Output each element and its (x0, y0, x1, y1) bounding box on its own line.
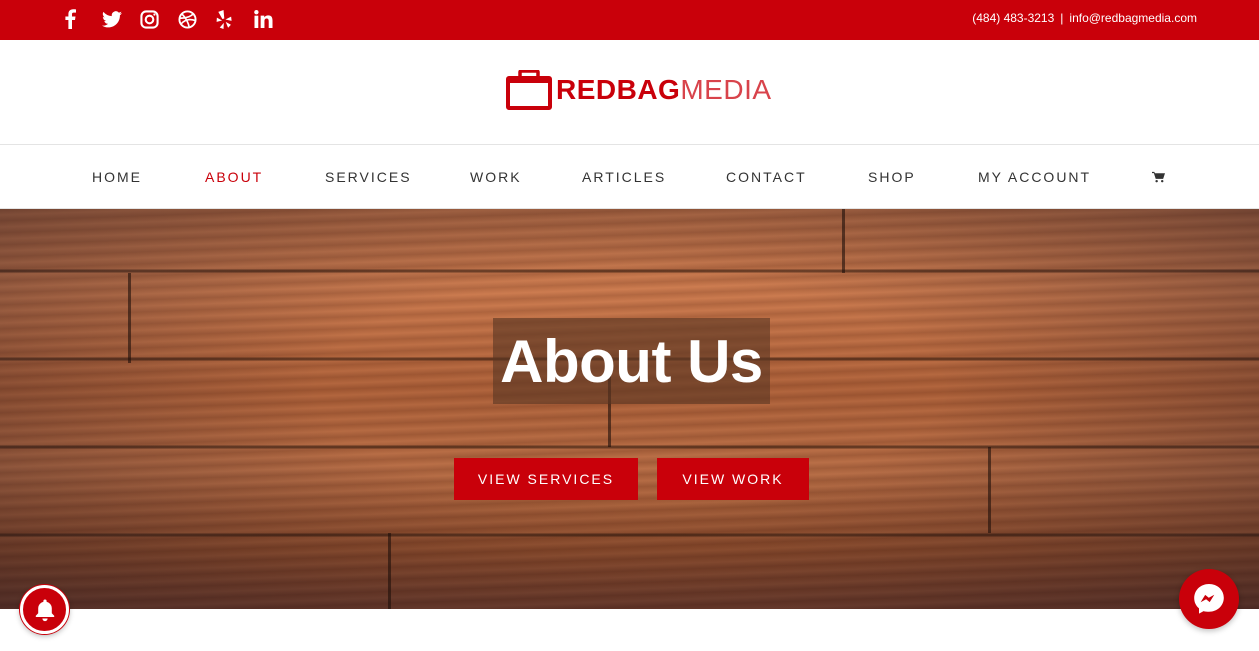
logo-text-light: MEDIA (680, 74, 772, 105)
plank-seam (128, 273, 131, 363)
separator: | (1060, 11, 1064, 25)
nav-item-about[interactable]: ABOUT (205, 169, 263, 185)
facebook-icon[interactable] (64, 8, 102, 30)
linkedin-icon[interactable] (254, 8, 292, 30)
plank-seam (988, 447, 991, 533)
email-link[interactable]: info@redbagmedia.com (1069, 11, 1197, 25)
plank-seam (842, 209, 845, 273)
main-nav: HOME ABOUT SERVICES WORK ARTICLES CONTAC… (0, 145, 1259, 209)
nav-item-home[interactable]: HOME (92, 169, 142, 185)
messenger-icon (1194, 584, 1224, 614)
contact-info: (484) 483-3213 | info@redbagmedia.com (972, 11, 1197, 25)
nav-item-contact[interactable]: CONTACT (726, 169, 807, 185)
hero-title-box: About Us (493, 318, 770, 404)
briefcase-icon (506, 70, 552, 110)
twitter-icon[interactable] (102, 8, 140, 30)
instagram-icon[interactable] (140, 8, 178, 30)
nav-item-shop[interactable]: SHOP (868, 169, 916, 185)
hero-banner: About Us VIEW SERVICES VIEW WORK (0, 209, 1259, 609)
nav-item-my-account[interactable]: MY ACCOUNT (978, 169, 1091, 185)
logo-header: REDBAGMEDIA (0, 40, 1259, 145)
nav-item-articles[interactable]: ARTICLES (582, 169, 666, 185)
view-work-button[interactable]: VIEW WORK (657, 458, 809, 500)
view-services-button[interactable]: VIEW SERVICES (454, 458, 638, 500)
nav-item-work[interactable]: WORK (470, 169, 522, 185)
plank-seam (388, 533, 391, 609)
phone-link[interactable]: (484) 483-3213 (972, 11, 1054, 25)
site-logo[interactable]: REDBAGMEDIA (506, 70, 772, 110)
yelp-icon[interactable] (216, 8, 254, 30)
nav-item-services[interactable]: SERVICES (325, 169, 412, 185)
top-bar: (484) 483-3213 | info@redbagmedia.com (0, 0, 1259, 40)
dribbble-icon[interactable] (178, 8, 216, 30)
messenger-chat-button[interactable] (1179, 569, 1239, 629)
bell-icon (35, 599, 54, 621)
notification-button[interactable] (20, 585, 69, 634)
logo-text-bold: REDBAG (556, 74, 681, 105)
page-title: About Us (500, 327, 763, 395)
social-links (64, 8, 292, 30)
cart-icon[interactable] (1152, 170, 1165, 188)
